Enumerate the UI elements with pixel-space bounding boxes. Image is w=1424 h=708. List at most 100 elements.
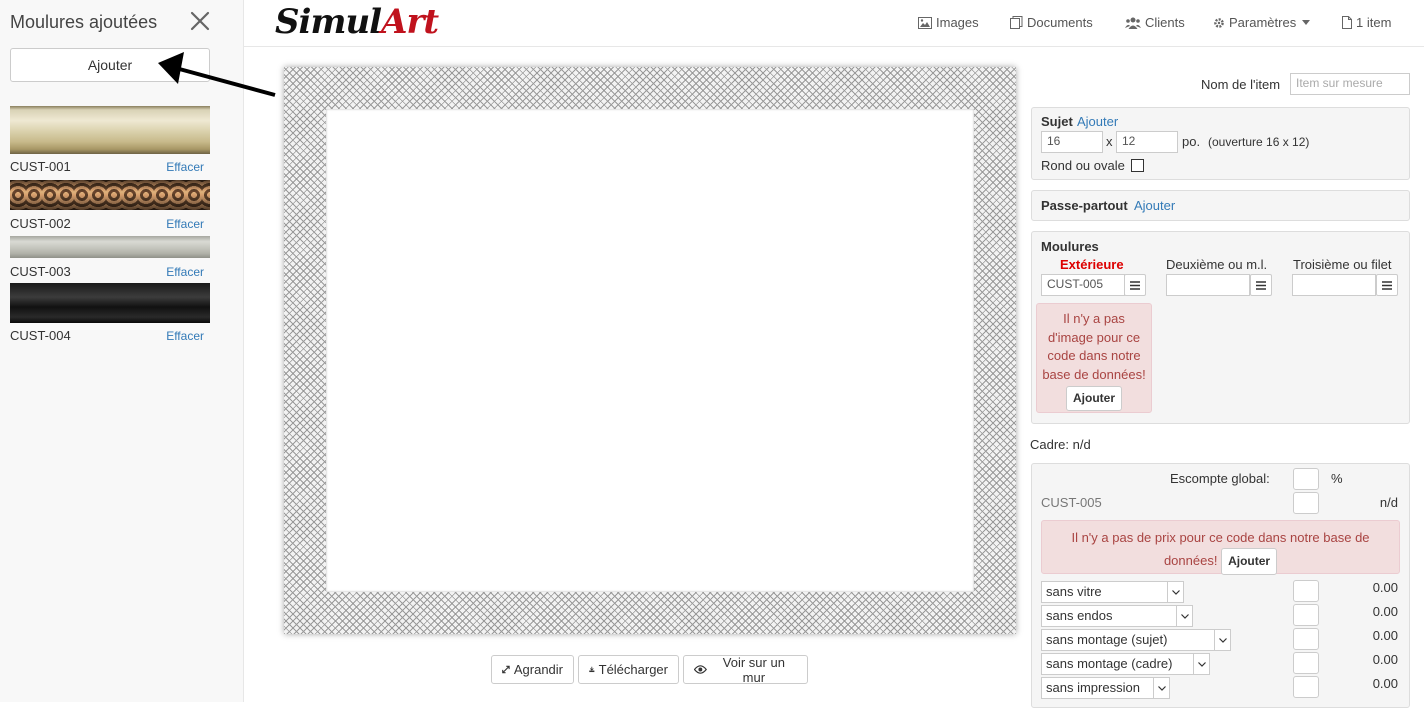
no-price-alert: Il n'y a pas de prix pour ce code dans n… xyxy=(1041,520,1400,575)
caret-down-icon xyxy=(1302,20,1311,25)
molding-swatch[interactable] xyxy=(10,236,210,258)
eye-icon xyxy=(694,665,707,674)
sidebar: Moulures ajoutées Ajouter CUST-001 Effac… xyxy=(0,0,244,702)
percent-label: % xyxy=(1331,471,1343,486)
annotation-arrow-icon xyxy=(158,52,276,97)
glass-select[interactable]: sans vitre xyxy=(1041,581,1184,603)
dimension-separator: x xyxy=(1106,134,1113,149)
nav-settings-label: Paramètres xyxy=(1229,15,1297,30)
file-icon xyxy=(1342,16,1352,29)
molding-swatch[interactable] xyxy=(10,283,210,323)
nav-settings[interactable]: Paramètres xyxy=(1213,15,1311,30)
second-label: Deuxième ou m.l. xyxy=(1166,257,1268,272)
add-image-button[interactable]: Ajouter xyxy=(1066,386,1122,411)
molding-swatch[interactable] xyxy=(10,180,210,210)
exterior-list-button[interactable] xyxy=(1124,274,1146,296)
delete-link[interactable]: Effacer xyxy=(166,265,204,279)
frame-mount-qty-input[interactable] xyxy=(1293,652,1319,674)
backing-select-value: sans endos xyxy=(1046,608,1113,623)
molding-code: CUST-001 xyxy=(10,159,71,174)
chevron-down-icon xyxy=(1214,630,1230,650)
glass-price: 0.00 xyxy=(1372,580,1398,595)
print-price: 0.00 xyxy=(1372,676,1398,691)
documents-icon xyxy=(1010,16,1023,29)
second-list-button[interactable] xyxy=(1250,274,1272,296)
molding-code: CUST-002 xyxy=(10,216,71,231)
molding-item[interactable]: CUST-004 Effacer xyxy=(10,283,210,343)
no-image-alert: Il n'y a pas d'image pour ce code dans n… xyxy=(1036,303,1152,413)
close-icon[interactable] xyxy=(189,10,211,32)
molding-item[interactable]: CUST-001 Effacer xyxy=(10,106,210,174)
logo-text: Simul xyxy=(275,2,382,42)
pricing-code: CUST-005 xyxy=(1041,495,1102,510)
list-icon xyxy=(1382,280,1392,290)
enlarge-button[interactable]: Agrandir xyxy=(491,655,574,684)
discount-input[interactable] xyxy=(1293,468,1319,490)
view-on-wall-label: Voir sur un mur xyxy=(722,654,785,685)
nav-clients[interactable]: Clients xyxy=(1125,15,1185,30)
code-price: n/d xyxy=(1379,495,1398,510)
item-name-input[interactable]: Item sur mesure xyxy=(1290,73,1410,95)
nav-items[interactable]: 1 item xyxy=(1342,15,1391,30)
artwork-area[interactable] xyxy=(326,109,974,592)
list-icon xyxy=(1256,280,1266,290)
logo-text-accent: Art xyxy=(381,2,439,42)
third-label: Troisième ou filet xyxy=(1293,257,1392,272)
download-label: Télécharger xyxy=(598,662,668,677)
frame-mount-select[interactable]: sans montage (cadre) xyxy=(1041,653,1210,675)
print-qty-input[interactable] xyxy=(1293,676,1319,698)
list-icon xyxy=(1130,280,1140,290)
delete-link[interactable]: Effacer xyxy=(166,329,204,343)
nav-images[interactable]: Images xyxy=(918,15,979,30)
glass-qty-input[interactable] xyxy=(1293,580,1319,602)
molding-item[interactable]: CUST-003 Effacer xyxy=(10,236,210,286)
round-oval-label: Rond ou ovale xyxy=(1041,158,1125,173)
mat-add-link[interactable]: Ajouter xyxy=(1134,198,1175,213)
backing-qty-input[interactable] xyxy=(1293,604,1319,626)
add-price-button[interactable]: Ajouter xyxy=(1221,548,1278,575)
download-icon xyxy=(589,666,595,673)
delete-link[interactable]: Effacer xyxy=(166,160,204,174)
molding-item[interactable]: CUST-002 Effacer xyxy=(10,180,210,236)
print-select[interactable]: sans impression xyxy=(1041,677,1170,699)
download-button[interactable]: Télécharger xyxy=(578,655,679,684)
nav-clients-label: Clients xyxy=(1145,15,1185,30)
subject-height-input[interactable]: 12 xyxy=(1116,131,1178,153)
nav-documents[interactable]: Documents xyxy=(1010,15,1093,30)
chevron-down-icon xyxy=(1167,582,1183,602)
unit-label: po. xyxy=(1182,134,1201,149)
item-name-label: Nom de l'item xyxy=(1201,77,1281,92)
discount-label: Escompte global: xyxy=(1170,471,1270,486)
backing-price: 0.00 xyxy=(1372,604,1398,619)
backing-select[interactable]: sans endos xyxy=(1041,605,1193,627)
round-oval-checkbox[interactable] xyxy=(1131,159,1144,172)
frame-mount-select-value: sans montage (cadre) xyxy=(1046,656,1173,671)
no-image-message: Il n'y a pas d'image pour ce code dans n… xyxy=(1042,311,1146,382)
delete-link[interactable]: Effacer xyxy=(166,217,204,231)
subject-mount-qty-input[interactable] xyxy=(1293,628,1319,650)
logo[interactable]: SimulArt xyxy=(275,2,439,42)
exterior-code-input[interactable]: CUST-005 xyxy=(1041,274,1125,296)
enlarge-label: Agrandir xyxy=(513,662,563,677)
subject-add-link[interactable]: Ajouter xyxy=(1077,114,1118,129)
second-code-input[interactable] xyxy=(1166,274,1250,296)
frame-preview[interactable] xyxy=(284,67,1016,634)
subject-title: Sujet xyxy=(1041,114,1073,129)
subject-mount-select[interactable]: sans montage (sujet) xyxy=(1041,629,1231,651)
print-select-value: sans impression xyxy=(1046,680,1140,695)
code-qty-input[interactable] xyxy=(1293,492,1319,514)
chevron-down-icon xyxy=(1176,606,1192,626)
chevron-down-icon xyxy=(1153,678,1169,698)
view-on-wall-button[interactable]: Voir sur un mur xyxy=(683,654,808,685)
expand-icon xyxy=(502,665,510,674)
molding-swatch[interactable] xyxy=(10,106,210,154)
third-code-input[interactable] xyxy=(1292,274,1376,296)
glass-select-value: sans vitre xyxy=(1046,584,1102,599)
image-icon xyxy=(918,16,932,29)
nav-documents-label: Documents xyxy=(1027,15,1093,30)
subject-mount-price: 0.00 xyxy=(1372,628,1398,643)
frame-price-label: Cadre: n/d xyxy=(1030,437,1091,452)
frame-mount-price: 0.00 xyxy=(1372,652,1398,667)
subject-width-input[interactable]: 16 xyxy=(1041,131,1103,153)
third-list-button[interactable] xyxy=(1376,274,1398,296)
